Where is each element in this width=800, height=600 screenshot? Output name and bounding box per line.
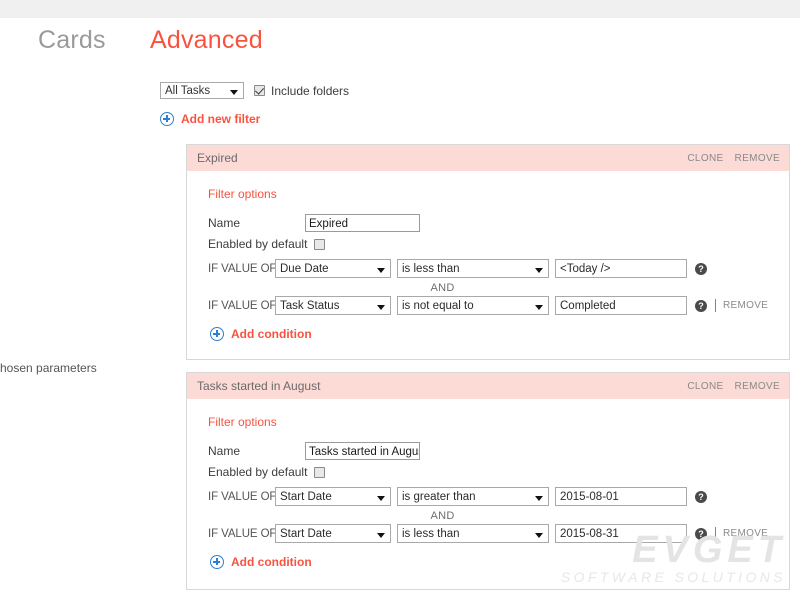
filter-panel: Expired CLONE REMOVE Filter options Name… [186, 144, 790, 360]
top-gray-strip [0, 0, 800, 18]
task-scope-select-value: All Tasks [165, 85, 211, 97]
chevron-down-icon [377, 496, 385, 501]
filter-panel-body: Filter options Name Expired Enabled by d… [187, 171, 789, 341]
condition-field-value: Start Date [280, 528, 332, 540]
condition-field-select[interactable]: Due Date [275, 259, 391, 278]
filter-panel: Tasks started in August CLONE REMOVE Fil… [186, 372, 790, 590]
condition-value-input[interactable]: 2015-08-01 [555, 487, 687, 506]
add-condition-button[interactable]: Add condition [210, 327, 789, 341]
enabled-by-default-label: Enabled by default [208, 237, 308, 251]
condition-conjunction-label: AND [430, 281, 455, 294]
clipped-side-text: chosen parameters [0, 361, 97, 375]
condition-value-input[interactable]: <Today /> [555, 259, 687, 278]
filter-panel-body: Filter options Name Tasks started in Aug… [187, 399, 789, 569]
enabled-by-default-row: Enabled by default [208, 465, 789, 479]
enabled-by-default-label: Enabled by default [208, 465, 308, 479]
condition-operator-value: is less than [402, 528, 460, 540]
add-condition-button[interactable]: Add condition [210, 555, 789, 569]
condition-prefix-label: IF VALUE OF [208, 527, 277, 540]
tab-cards[interactable]: Cards [38, 26, 106, 55]
condition-operator-value: is less than [402, 263, 460, 275]
enabled-by-default-row: Enabled by default [208, 237, 789, 251]
help-icon[interactable]: ? [695, 299, 707, 312]
tab-advanced[interactable]: Advanced [150, 26, 263, 55]
clone-filter-button[interactable]: CLONE [687, 153, 723, 164]
condition-conjunction-label: AND [430, 509, 455, 522]
condition-row: IF VALUE OF Task Status is not equal to … [208, 296, 789, 315]
page-header: Cards Advanced [0, 26, 800, 70]
condition-operator-value: is greater than [402, 491, 476, 503]
condition-value-input[interactable]: Completed [555, 296, 687, 315]
include-folders-label: Include folders [271, 83, 350, 98]
filter-name-input[interactable]: Tasks started in August [305, 442, 420, 460]
filter-toolbar: All Tasks Include folders [160, 82, 349, 99]
chevron-down-icon [377, 305, 385, 310]
condition-prefix-label: IF VALUE OF [208, 299, 277, 312]
condition-row: IF VALUE OF Start Date is less than 2015… [208, 524, 789, 543]
condition-value-input[interactable]: 2015-08-31 [555, 524, 687, 543]
include-folders-checkbox[interactable] [254, 85, 265, 96]
condition-field-value: Task Status [280, 300, 340, 312]
add-condition-label: Add condition [231, 327, 312, 341]
condition-field-select[interactable]: Start Date [275, 487, 391, 506]
chevron-down-icon [377, 268, 385, 273]
filter-name-row: Name Expired [208, 214, 789, 232]
enabled-by-default-checkbox[interactable] [314, 466, 326, 478]
clone-filter-button[interactable]: CLONE [687, 381, 723, 392]
condition-field-value: Due Date [280, 263, 329, 275]
condition-operator-value: is not equal to [402, 300, 474, 312]
task-scope-select[interactable]: All Tasks [160, 82, 244, 99]
remove-filter-button[interactable]: REMOVE [735, 153, 780, 164]
add-condition-label: Add condition [231, 555, 312, 569]
help-icon[interactable]: ? [695, 527, 707, 540]
filter-panel-header: Expired CLONE REMOVE [187, 145, 789, 171]
chevron-down-icon [535, 305, 543, 310]
remove-condition-button[interactable]: REMOVE [723, 300, 768, 311]
condition-operator-select[interactable]: is less than [397, 524, 549, 543]
plus-circle-icon [210, 327, 224, 341]
chevron-down-icon [535, 496, 543, 501]
chevron-down-icon [535, 268, 543, 273]
divider [715, 527, 716, 540]
filter-panel-title: Expired [197, 151, 238, 165]
condition-field-value: Start Date [280, 491, 332, 503]
filter-panel-actions: CLONE REMOVE [687, 381, 780, 392]
chevron-down-icon [377, 533, 385, 538]
condition-row: IF VALUE OF Start Date is greater than 2… [208, 487, 789, 506]
filter-options-heading: Filter options [208, 187, 277, 201]
condition-prefix-label: IF VALUE OF [208, 262, 277, 275]
filter-options-heading: Filter options [208, 415, 277, 429]
plus-circle-icon [160, 112, 174, 126]
filter-name-label: Name [208, 216, 241, 230]
remove-condition-button[interactable]: REMOVE [723, 528, 768, 539]
help-icon[interactable]: ? [695, 262, 707, 275]
add-new-filter-label: Add new filter [181, 112, 261, 126]
plus-circle-icon [210, 555, 224, 569]
condition-row: IF VALUE OF Due Date is less than <Today… [208, 259, 789, 278]
condition-operator-select[interactable]: is greater than [397, 487, 549, 506]
filter-name-input[interactable]: Expired [305, 214, 420, 232]
filter-name-label: Name [208, 444, 241, 458]
chevron-down-icon [230, 90, 238, 95]
filter-panel-title: Tasks started in August [197, 379, 321, 393]
condition-operator-select[interactable]: is not equal to [397, 296, 549, 315]
filter-name-row: Name Tasks started in August [208, 442, 789, 460]
chevron-down-icon [535, 533, 543, 538]
remove-filter-button[interactable]: REMOVE [735, 381, 780, 392]
filter-panel-header: Tasks started in August CLONE REMOVE [187, 373, 789, 399]
condition-field-select[interactable]: Task Status [275, 296, 391, 315]
divider [715, 299, 716, 312]
condition-prefix-label: IF VALUE OF [208, 490, 277, 503]
add-new-filter-button[interactable]: Add new filter [160, 112, 260, 126]
condition-operator-select[interactable]: is less than [397, 259, 549, 278]
enabled-by-default-checkbox[interactable] [314, 238, 326, 250]
filter-panel-actions: CLONE REMOVE [687, 153, 780, 164]
help-icon[interactable]: ? [695, 490, 707, 503]
condition-field-select[interactable]: Start Date [275, 524, 391, 543]
